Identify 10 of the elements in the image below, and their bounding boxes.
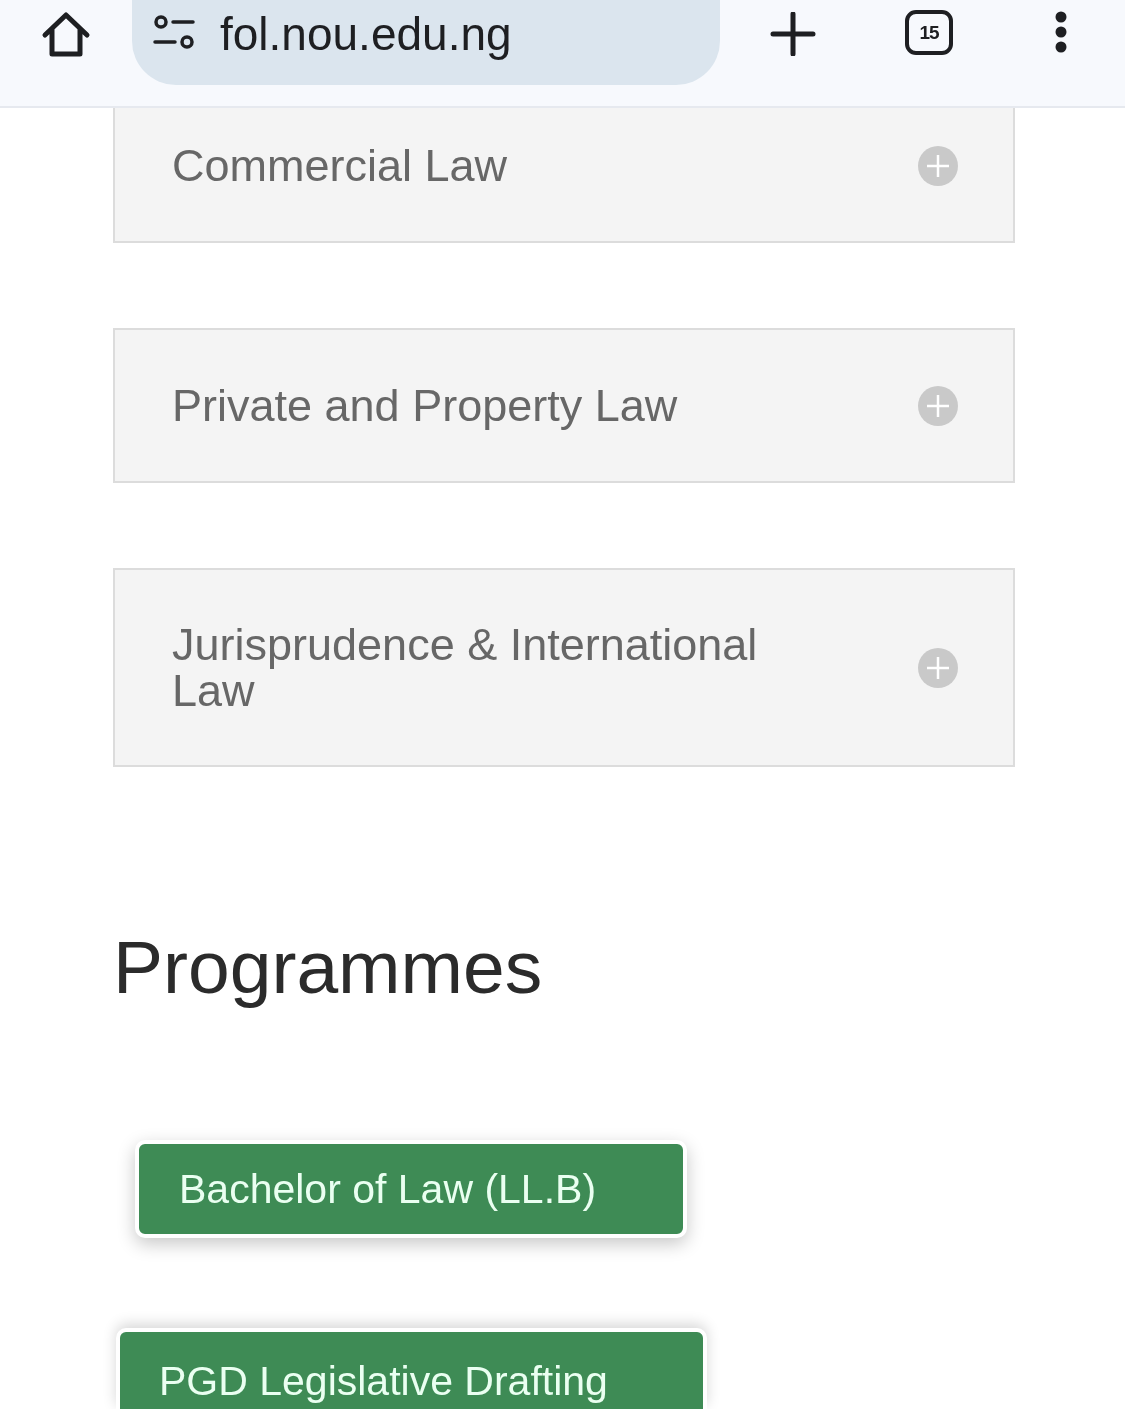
section-heading: Programmes (113, 924, 543, 1011)
menu-icon[interactable] (1054, 11, 1068, 53)
accordion-header[interactable]: Commercial Law (113, 108, 1015, 243)
accordion-header[interactable]: Jurisprudence & International Law (113, 568, 1015, 767)
new-tab-icon[interactable] (770, 12, 816, 56)
address-bar[interactable]: fol.nou.edu.ng (132, 0, 720, 85)
site-settings-icon[interactable] (153, 15, 195, 49)
tab-count-button[interactable]: 15 (905, 10, 953, 55)
home-icon[interactable] (40, 10, 92, 58)
accordion-header[interactable]: Private and Property Law (113, 328, 1015, 483)
